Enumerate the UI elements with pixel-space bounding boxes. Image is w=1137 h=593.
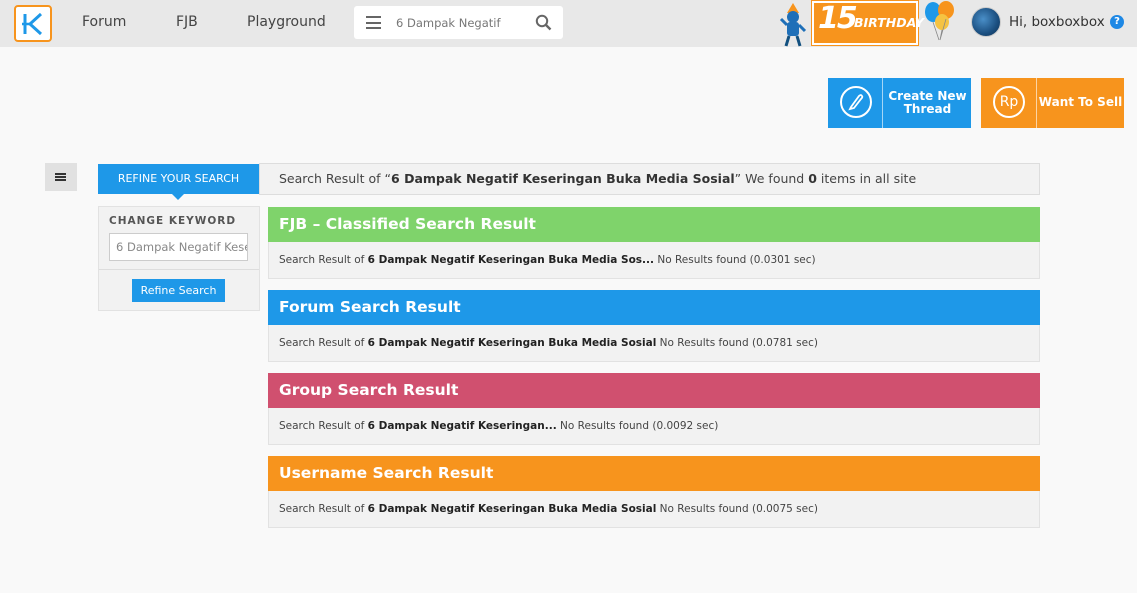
want-to-sell-label: Want To Sell [1038, 95, 1123, 109]
search-summary: Search Result of “6 Dampak Negatif Keser… [259, 163, 1040, 195]
search-input[interactable] [396, 13, 524, 32]
section-title[interactable]: FJB – Classified Search Result [268, 207, 1040, 242]
top-bar: Forum FJB Playground 15 BIRTHDAY Hi, box… [0, 0, 1137, 47]
username-result-section: Username Search Result Search Result of … [268, 456, 1040, 528]
change-keyword-label: CHANGE KEYWORD [109, 215, 237, 227]
pencil-icon [840, 86, 872, 118]
section-result: Search Result of 6 Dampak Negatif Keseri… [268, 408, 1040, 445]
section-title[interactable]: Username Search Result [268, 456, 1040, 491]
refine-search-tab[interactable]: REFINE YOUR SEARCH [98, 164, 259, 200]
section-title[interactable]: Group Search Result [268, 373, 1040, 408]
avatar[interactable] [971, 7, 1001, 37]
k-logo-icon [22, 12, 43, 36]
summary-query: 6 Dampak Negatif Keseringan Buka Media S… [391, 171, 735, 186]
birthday-number: 15 [818, 1, 858, 36]
help-icon[interactable]: ? [1110, 15, 1124, 29]
refine-panel: CHANGE KEYWORD Refine Search [98, 206, 260, 311]
search-icon[interactable] [535, 14, 552, 31]
fjb-result-section: FJB – Classified Search Result Search Re… [268, 207, 1040, 279]
divider [99, 269, 259, 270]
section-result: Search Result of 6 Dampak Negatif Keseri… [268, 491, 1040, 528]
forum-result-section: Forum Search Result Search Result of 6 D… [268, 290, 1040, 362]
birthday-banner[interactable]: 15 BIRTHDAY [811, 0, 924, 46]
nav-forum[interactable]: Forum [82, 14, 126, 30]
section-title[interactable]: Forum Search Result [268, 290, 1040, 325]
rupiah-icon: Rp [993, 86, 1025, 118]
create-thread-button[interactable]: Create New Thread [828, 78, 971, 128]
search-box [354, 6, 563, 39]
nav-playground[interactable]: Playground [247, 14, 326, 30]
balloons-icon [925, 1, 954, 41]
section-result: Search Result of 6 Dampak Negatif Keseri… [268, 325, 1040, 362]
user-greeting[interactable]: Hi, boxboxbox [1009, 14, 1105, 30]
kaskus-logo[interactable] [14, 5, 52, 42]
sidebar-toggle[interactable] [45, 163, 77, 191]
birthday-text: BIRTHDAY [854, 15, 924, 30]
summary-count: 0 [808, 171, 817, 186]
section-result: Search Result of 6 Dampak Negatif Keseri… [268, 242, 1040, 279]
want-to-sell-button[interactable]: Rp Want To Sell [981, 78, 1124, 128]
nav-fjb[interactable]: FJB [176, 14, 198, 30]
keyword-input[interactable] [109, 233, 248, 261]
mascot-icon [779, 3, 807, 47]
refine-search-button[interactable]: Refine Search [132, 279, 225, 302]
group-result-section: Group Search Result Search Result of 6 D… [268, 373, 1040, 445]
create-thread-label: Create New Thread [888, 89, 967, 116]
menu-icon[interactable] [366, 16, 381, 29]
